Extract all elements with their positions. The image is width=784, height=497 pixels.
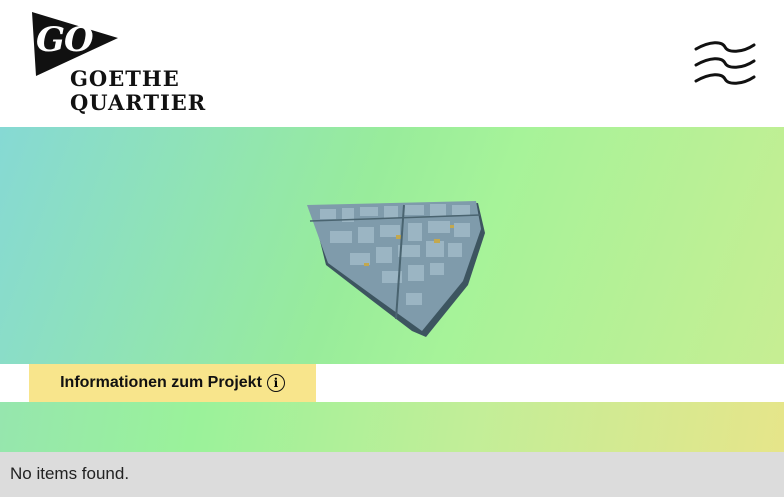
project-info-button[interactable]: Informationen zum Projekt i (29, 364, 316, 402)
wavy-hamburger-menu-icon (694, 41, 756, 85)
hero-banner (0, 127, 784, 364)
logo-line-quartier: QUARTIER (70, 90, 207, 115)
3d-quarter-map-model (307, 201, 485, 337)
info-icon: i (266, 374, 285, 392)
site-header: GO GOETHE QUARTIER (0, 0, 784, 127)
project-info-label: Informationen zum Projekt (60, 374, 262, 391)
goethe-quartier-logo[interactable]: GO GOETHE QUARTIER (26, 10, 205, 120)
gradient-band (0, 402, 784, 452)
empty-list-message: No items found. (10, 464, 130, 483)
menu-button[interactable] (692, 40, 758, 88)
logo-mark: GO (36, 20, 94, 60)
info-strip: Informationen zum Projekt i (0, 364, 784, 402)
empty-list-state: No items found. (0, 452, 784, 497)
logo-line-goethe: GOETHE (70, 66, 180, 91)
